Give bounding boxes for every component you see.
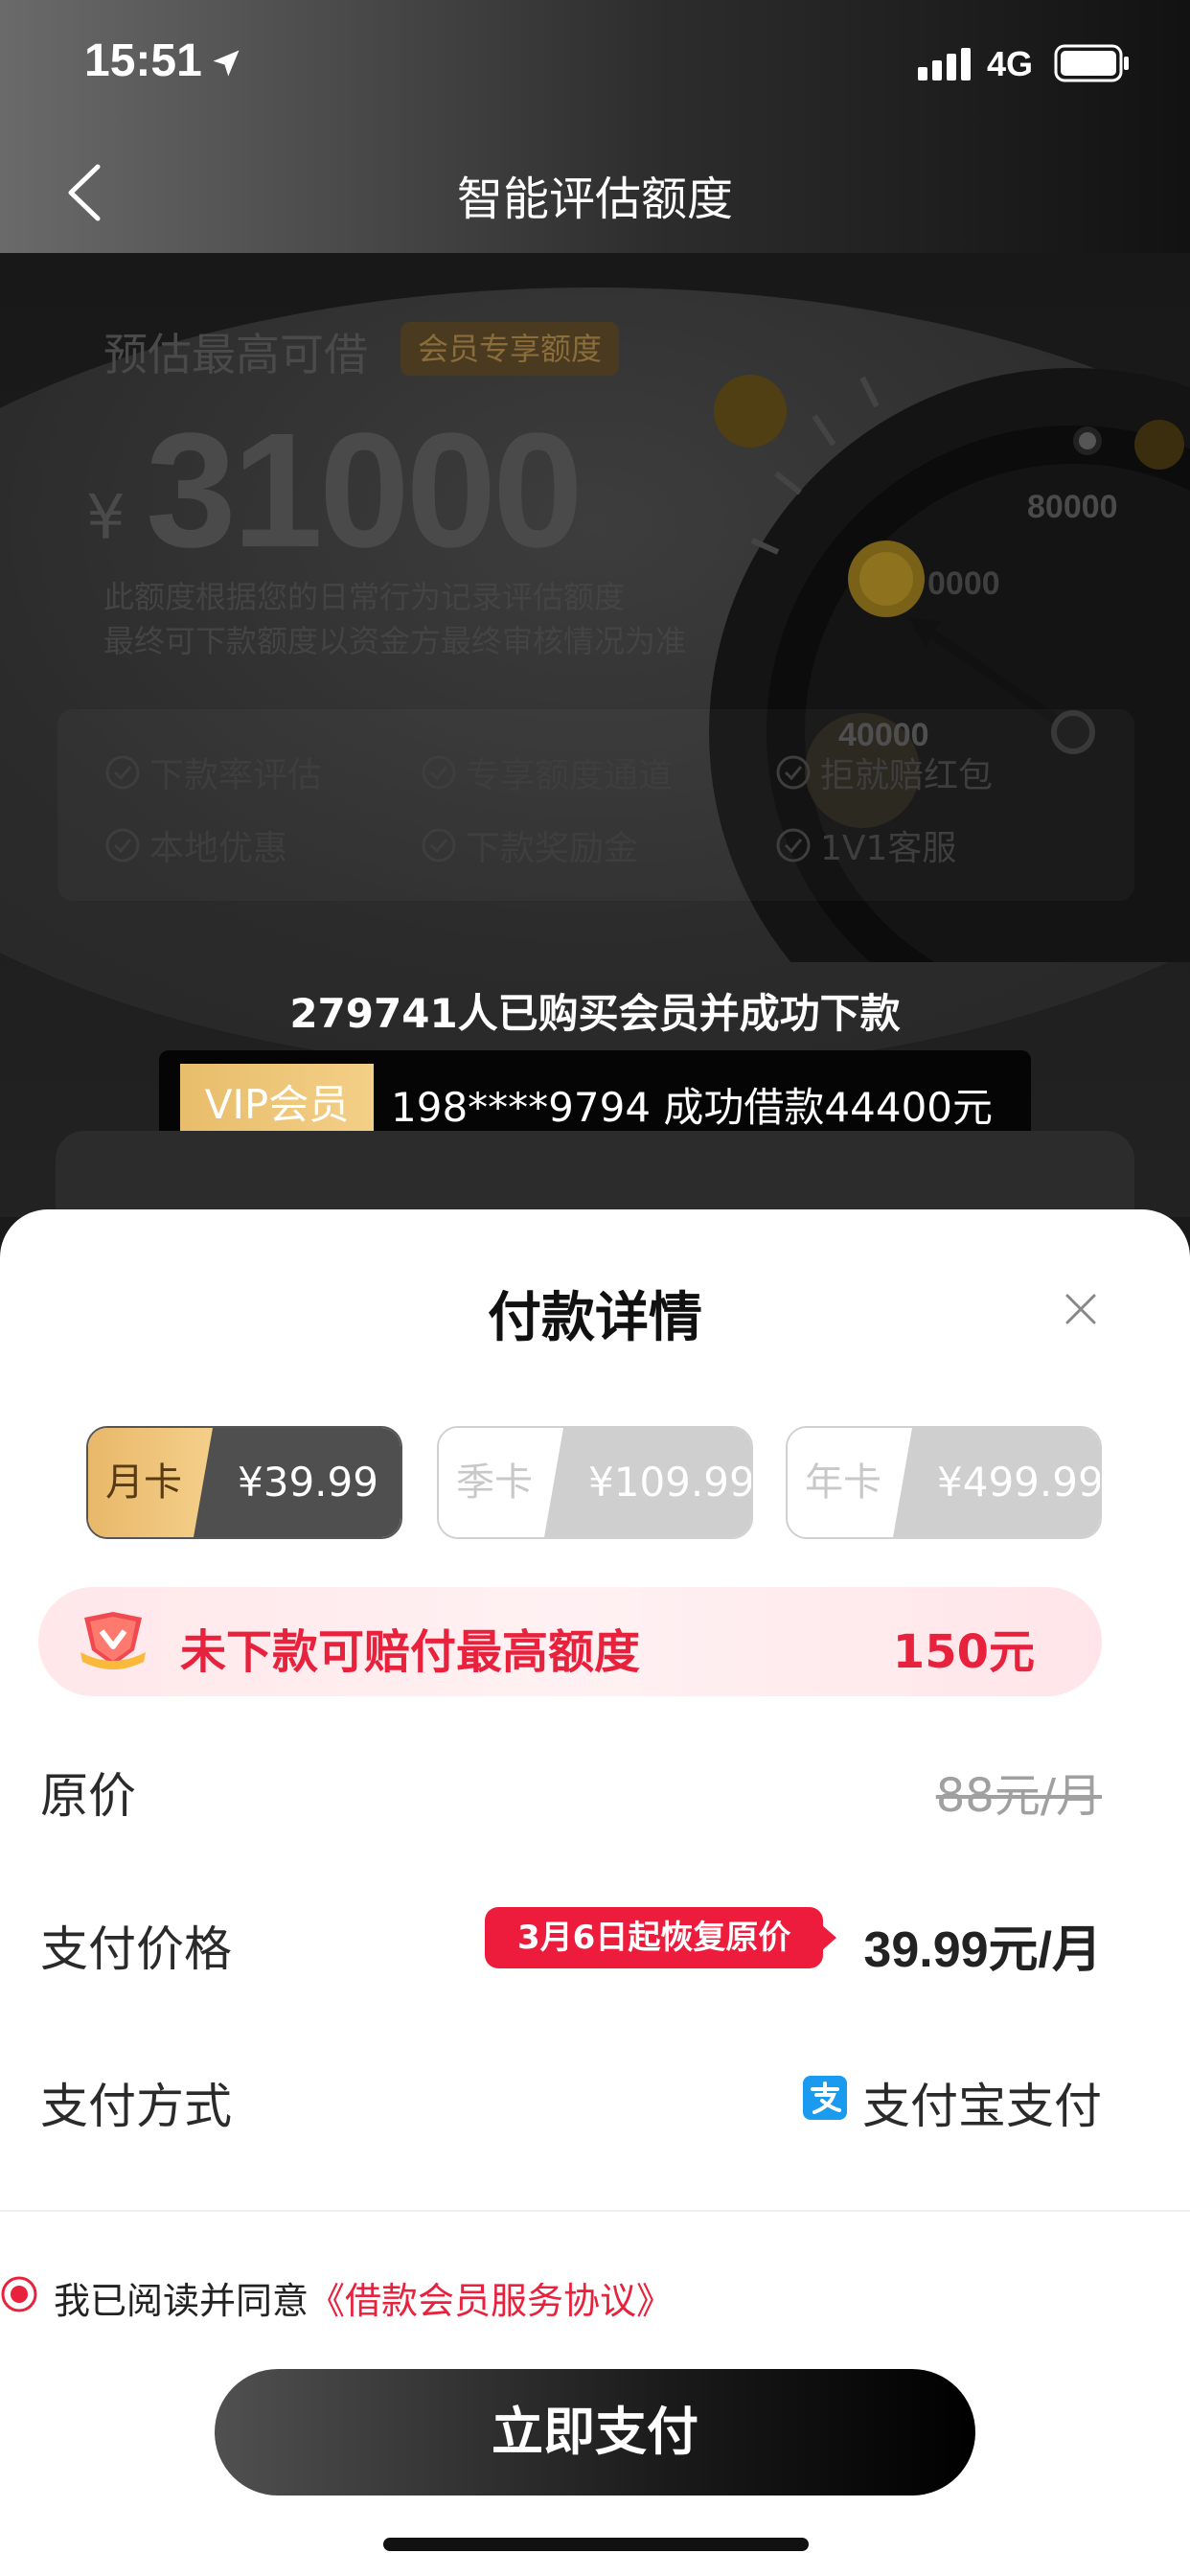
basic-info-card (56, 1131, 1134, 1217)
estimate-label: 预估最高可借 (103, 329, 368, 380)
benefit-item: 本地优惠 (103, 820, 287, 870)
check-circle-icon (105, 755, 140, 790)
gauge-label-80000: 80000 (1027, 489, 1118, 525)
pay-method-label: 支付方式 (40, 2079, 232, 2134)
plan-monthly[interactable]: 月卡 ¥39.99 (86, 1426, 402, 1539)
plan-price: ¥39.99 (194, 1428, 400, 1537)
estimate-note-1: 此额度根据您的日常行为记录评估额度 (103, 579, 626, 615)
check-circle-icon (422, 755, 456, 790)
close-icon[interactable] (1062, 1290, 1100, 1328)
currency-symbol: ¥ (86, 483, 126, 554)
plan-name: 季卡 (439, 1428, 563, 1537)
pay-method-value[interactable]: 支付宝支付 (862, 2068, 1102, 2137)
credit-estimate-panel: 预估最高可借 会员专享额度 ¥ 31000 此额度根据您的日常行为记录评估额度 … (0, 253, 1190, 1217)
plan-quarterly[interactable]: 季卡 ¥109.99 (437, 1426, 753, 1539)
benefit-item: 下款奖励金 (420, 820, 638, 870)
pay-price-value: 39.99元/月 (863, 1922, 1102, 1978)
original-price-value: 88元/月 (935, 1769, 1102, 1823)
status-time: 15:51 (84, 35, 202, 86)
check-circle-icon (422, 828, 456, 862)
agreement-prefix: 我已阅读并同意 (54, 2280, 309, 2322)
plan-yearly[interactable]: 年卡 ¥499.99 (786, 1426, 1102, 1539)
divider (0, 2210, 1190, 2212)
plan-name: 月卡 (88, 1428, 213, 1537)
agree-radio[interactable] (0, 2275, 38, 2313)
battery-icon (1054, 44, 1129, 82)
gauge-label-60000: 0000 (927, 565, 1000, 602)
page-title: 智能评估额度 (456, 172, 733, 226)
signal-icon (918, 48, 971, 80)
check-circle-icon (776, 755, 811, 790)
credit-amount: 31000 (146, 400, 584, 582)
benefit-label: 1V1客服 (820, 829, 957, 868)
benefit-label: 下款率评估 (149, 756, 323, 795)
benefit-item: 专享额度通道 (420, 748, 673, 797)
estimate-note-2: 最终可下款额度以资金方最终审核情况为准 (103, 623, 687, 659)
compensation-text: 未下款可赔付最高额度 (180, 1625, 641, 1679)
benefits-list: 下款率评估 专享额度通道 拒就赔红包 本地优惠 下款奖励金 1V1客服 (57, 709, 1134, 901)
member-tag: 会员专享额度 (400, 322, 620, 376)
benefit-item: 下款率评估 (103, 748, 322, 797)
compensation-amount: 150元 (892, 1625, 1035, 1679)
home-indicator (383, 2538, 809, 2551)
location-arrow-icon (213, 50, 240, 77)
sheet-title: 付款详情 (488, 1287, 702, 1349)
benefit-item: 拒就赔红包 (774, 748, 993, 797)
benefit-label: 本地优惠 (149, 829, 288, 868)
benefit-label: 专享额度通道 (466, 756, 674, 795)
nav-bar: 智能评估额度 (0, 134, 1190, 253)
price-restore-tag: 3月6日起恢复原价 (485, 1907, 837, 1968)
status-bar: 15:51 4G (0, 0, 1190, 134)
agreement-link[interactable]: 《借款会员服务协议》 (309, 2280, 673, 2322)
check-circle-icon (776, 828, 811, 862)
shield-badge-icon (80, 1612, 146, 1669)
original-price-label: 原价 (40, 1768, 136, 1824)
alipay-icon (803, 2076, 847, 2120)
pay-now-button[interactable]: 立即支付 (215, 2369, 975, 2496)
plan-price: ¥109.99 (544, 1428, 751, 1537)
top-area: 15:51 4G 智能评估额度 预估最高可借 会员专享额度 ¥ 31000 此额… (0, 0, 1190, 1217)
buyers-count: 279741人已购买会员并成功下款 (289, 990, 901, 1037)
plan-name: 年卡 (788, 1428, 912, 1537)
plan-price: ¥499.99 (893, 1428, 1100, 1537)
payment-sheet: 付款详情 月卡 ¥39.99 季卡 ¥109.99 年卡 ¥499.99 未下款… (0, 1209, 1190, 2576)
network-type: 4G (987, 44, 1034, 83)
benefit-label: 下款奖励金 (466, 829, 639, 868)
pay-price-label: 支付价格 (40, 1921, 232, 1977)
check-circle-icon (105, 828, 140, 862)
compensation-banner: 未下款可赔付最高额度 150元 (38, 1587, 1102, 1696)
benefit-label: 拒就赔红包 (820, 756, 994, 795)
benefit-item: 1V1客服 (774, 820, 956, 870)
agreement-text: 我已阅读并同意《借款会员服务协议》 (54, 2271, 673, 2324)
ticker-text: 198****9794 成功借款44400元 (391, 1084, 994, 1131)
